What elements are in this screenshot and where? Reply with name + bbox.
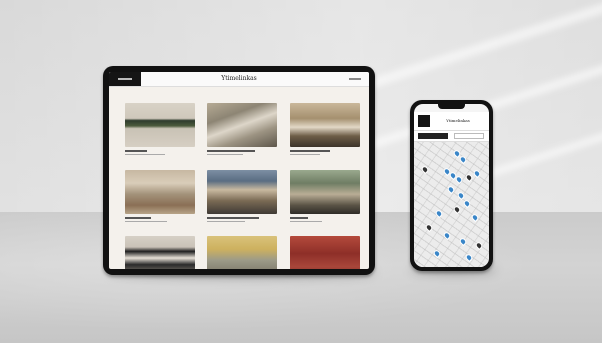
phone-map-view[interactable]: [414, 142, 489, 267]
phone-notch: [438, 104, 465, 109]
gallery-caption: [207, 217, 259, 219]
map-pin[interactable]: [464, 172, 474, 183]
gallery-caption: [125, 217, 151, 219]
gallery-subcaption: [125, 221, 167, 222]
map-pin[interactable]: [420, 164, 430, 175]
gallery-subcaption: [125, 154, 165, 155]
gallery-photo: [290, 103, 360, 147]
product-mockup-scene: Ytimelinkas Ytimelinkas: [0, 0, 602, 343]
gallery-caption: [290, 150, 330, 152]
gallery-photo: [207, 236, 277, 269]
tablet-app-header: Ytimelinkas: [109, 72, 369, 87]
map-pin[interactable]: [432, 248, 442, 259]
phone-screen: Ytimelinkas: [414, 104, 489, 267]
tablet-screen: Ytimelinkas: [109, 72, 369, 269]
gallery-photo: [290, 170, 360, 214]
gallery-subcaption: [290, 221, 322, 222]
gallery-caption: [207, 150, 255, 152]
tablet-header-link[interactable]: [349, 78, 361, 80]
gallery-subcaption: [207, 154, 243, 155]
gallery-photo: [207, 170, 277, 214]
gallery-photo: [207, 103, 277, 147]
map-pin[interactable]: [446, 184, 456, 195]
menu-icon: [118, 78, 132, 80]
phone-view-toggle: [414, 131, 489, 142]
gallery-subcaption: [207, 221, 245, 222]
map-pin[interactable]: [424, 222, 434, 233]
phone-menu-button[interactable]: [418, 115, 430, 127]
gallery-photo: [125, 236, 195, 269]
gallery-photo: [290, 236, 360, 269]
map-pin[interactable]: [434, 208, 444, 219]
gallery-photo: [125, 170, 195, 214]
map-pin[interactable]: [462, 198, 472, 209]
phone-app-title: Ytimelinkas: [446, 118, 470, 123]
map-pin[interactable]: [464, 252, 474, 263]
tablet-menu-button[interactable]: [109, 72, 141, 86]
map-pin[interactable]: [474, 240, 484, 251]
map-pin[interactable]: [472, 168, 482, 179]
phone-tab-active[interactable]: [418, 133, 448, 139]
map-pin[interactable]: [452, 204, 462, 215]
map-pin[interactable]: [454, 174, 464, 185]
map-pin[interactable]: [456, 190, 466, 201]
phone-tab-idle[interactable]: [454, 133, 484, 139]
gallery-caption: [290, 217, 308, 219]
phone-app-header: Ytimelinkas: [414, 112, 489, 131]
gallery-caption: [125, 150, 147, 152]
gallery-subcaption: [290, 154, 320, 155]
map-pin[interactable]: [442, 230, 452, 241]
map-pin[interactable]: [458, 154, 468, 165]
map-pin[interactable]: [470, 212, 480, 223]
tablet-app-title: Ytimelinkas: [221, 75, 257, 82]
tablet-device: Ytimelinkas: [103, 66, 375, 275]
phone-device: Ytimelinkas: [410, 100, 493, 271]
gallery-photo: [125, 103, 195, 147]
map-pin[interactable]: [458, 236, 468, 247]
